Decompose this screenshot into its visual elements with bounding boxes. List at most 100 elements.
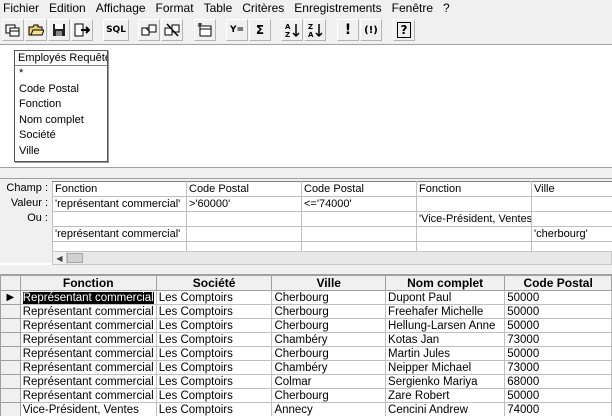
row-selector[interactable]	[0, 318, 21, 333]
filter-criteria-button[interactable]: Y=	[226, 19, 248, 41]
cell-code-postal[interactable]: 50000	[504, 318, 612, 333]
column-header-fonction[interactable]: Fonction	[19, 275, 157, 291]
table-row[interactable]: ▶ Représentant commercial Les Comptoirs Che…	[0, 290, 612, 305]
cell-nom-complet[interactable]: Martin Jules	[385, 346, 506, 361]
field-code-postal[interactable]: Code Postal	[15, 82, 107, 98]
criteria-cell-col-3[interactable]: <='74000'	[301, 196, 417, 212]
remove-table-button[interactable]	[161, 19, 183, 41]
menu-criteres[interactable]: Critères	[237, 1, 289, 15]
cell-nom-complet[interactable]: Sergienko Mariya	[385, 374, 506, 389]
column-header-societe[interactable]: Société	[155, 275, 273, 291]
cell-fonction[interactable]: Représentant commercial	[19, 360, 157, 375]
cell-nom-complet[interactable]: Freehafer Michelle	[385, 304, 506, 319]
cell-code-postal[interactable]: 50000	[504, 290, 612, 305]
criteria-cell-col-1[interactable]: 'représentant commercial'	[52, 226, 187, 242]
criteria-cell-col-2[interactable]: >'60000'	[186, 196, 302, 212]
menu-format[interactable]: Format	[151, 1, 199, 15]
table-row[interactable]: Représentant commercial Les Comptoirs Cher…	[0, 318, 612, 333]
cell-nom-complet[interactable]: Neipper Michael	[385, 360, 506, 375]
cell-fonction[interactable]: Représentant commercial	[19, 290, 157, 305]
criteria-cell-col-5[interactable]	[531, 196, 612, 212]
table-field-list[interactable]: Employés Requête * Code Postal Fonction …	[14, 50, 108, 162]
cell-societe[interactable]: Les Comptoirs	[155, 360, 273, 375]
criteria-cell-col-4[interactable]: 'Vice-Président, Ventes'	[416, 211, 532, 227]
cell-societe[interactable]: Les Comptoirs	[155, 388, 273, 403]
criteria-cell-col-4[interactable]	[416, 196, 532, 212]
criteria-horizontal-scrollbar[interactable]: ◀	[52, 251, 612, 265]
help-button[interactable]: ?	[393, 19, 415, 41]
row-selector[interactable]: ▶	[0, 290, 21, 305]
cell-code-postal[interactable]: 73000	[504, 332, 612, 347]
column-header-nom-complet[interactable]: Nom complet	[385, 275, 506, 291]
criteria-cell-col-4[interactable]	[416, 226, 532, 242]
cell-nom-complet[interactable]: Kotas Jan	[385, 332, 506, 347]
row-selector[interactable]	[0, 360, 21, 375]
sum-button[interactable]: Σ	[249, 19, 271, 41]
new-query-button[interactable]	[2, 19, 24, 41]
row-selector[interactable]	[0, 346, 21, 361]
menu-help[interactable]: ?	[438, 1, 455, 15]
cell-societe[interactable]: Les Comptoirs	[155, 304, 273, 319]
cell-fonction[interactable]: Représentant commercial	[19, 346, 157, 361]
cell-nom-complet[interactable]: Cencini Andrew	[385, 402, 506, 416]
field-nom-complet[interactable]: Nom complet	[15, 113, 107, 129]
criteria-cell-col-1[interactable]: 'représentant commercial'	[52, 196, 187, 212]
criteria-cell-col-3[interactable]	[301, 211, 417, 227]
menu-enregistrements[interactable]: Enregistrements	[289, 1, 386, 15]
criteria-cell-col-4[interactable]: Fonction	[416, 181, 532, 197]
cell-code-postal[interactable]: 50000	[504, 304, 612, 319]
auto-query-button[interactable]: (!)	[360, 19, 382, 41]
menu-fenetre[interactable]: Fenêtre	[387, 1, 438, 15]
row-selector[interactable]	[0, 332, 21, 347]
cell-nom-complet[interactable]: Hellung-Larsen Anne	[385, 318, 506, 333]
cell-societe[interactable]: Les Comptoirs	[155, 374, 273, 389]
table-row[interactable]: Vice-Président, Ventes Les Comptoirs Annec…	[0, 402, 612, 416]
cell-societe[interactable]: Les Comptoirs	[155, 346, 273, 361]
cell-code-postal[interactable]: 68000	[504, 374, 612, 389]
cell-societe[interactable]: Les Comptoirs	[155, 290, 273, 305]
field-all[interactable]: *	[15, 66, 107, 82]
cell-societe[interactable]: Les Comptoirs	[155, 402, 273, 416]
results-splitter[interactable]	[0, 265, 612, 275]
save-button[interactable]	[48, 19, 70, 41]
menu-affichage[interactable]: Affichage	[91, 1, 151, 15]
cell-code-postal[interactable]: 73000	[504, 360, 612, 375]
cell-code-postal[interactable]: 50000	[504, 346, 612, 361]
table-row[interactable]: Représentant commercial Les Comptoirs Colm…	[0, 374, 612, 389]
run-query-button[interactable]: !	[337, 19, 359, 41]
sql-button[interactable]: SQL	[103, 19, 129, 41]
criteria-cell-col-2[interactable]	[186, 211, 302, 227]
cell-fonction[interactable]: Représentant commercial	[19, 388, 157, 403]
pane-splitter[interactable]	[0, 167, 612, 179]
criteria-cell-col-1[interactable]: Fonction	[52, 181, 187, 197]
cell-fonction[interactable]: Vice-Président, Ventes	[19, 402, 157, 416]
add-column-button[interactable]: +	[194, 19, 216, 41]
cell-fonction[interactable]: Représentant commercial	[19, 318, 157, 333]
cell-fonction[interactable]: Représentant commercial	[19, 332, 157, 347]
cell-ville[interactable]: Cherbourg	[271, 318, 387, 333]
field-fonction[interactable]: Fonction	[15, 97, 107, 113]
criteria-cell-col-3[interactable]: Code Postal	[301, 181, 417, 197]
menu-table[interactable]: Table	[199, 1, 238, 15]
cell-societe[interactable]: Les Comptoirs	[155, 318, 273, 333]
criteria-cell-col-2[interactable]	[186, 226, 302, 242]
cell-societe[interactable]: Les Comptoirs	[155, 332, 273, 347]
export-button[interactable]	[71, 19, 93, 41]
criteria-cell-col-2[interactable]: Code Postal	[186, 181, 302, 197]
corner-cell[interactable]	[0, 275, 21, 291]
criteria-cell-col-3[interactable]	[301, 226, 417, 242]
table-row[interactable]: Représentant commercial Les Comptoirs Cham…	[0, 360, 612, 375]
cell-ville[interactable]: Colmar	[271, 374, 387, 389]
cell-fonction[interactable]: Représentant commercial	[19, 304, 157, 319]
cell-ville[interactable]: Chambéry	[271, 360, 387, 375]
row-selector[interactable]	[0, 388, 21, 403]
scroll-thumb[interactable]	[67, 253, 83, 263]
menu-edition[interactable]: Edition	[44, 1, 91, 15]
cell-fonction[interactable]: Représentant commercial	[19, 374, 157, 389]
field-ville[interactable]: Ville	[15, 144, 107, 160]
table-row[interactable]: Représentant commercial Les Comptoirs Cher…	[0, 346, 612, 361]
row-selector[interactable]	[0, 374, 21, 389]
field-societe[interactable]: Société	[15, 128, 107, 144]
menu-fichier[interactable]: Fichier	[0, 1, 44, 15]
sort-descending-button[interactable]: ZA	[304, 19, 326, 41]
